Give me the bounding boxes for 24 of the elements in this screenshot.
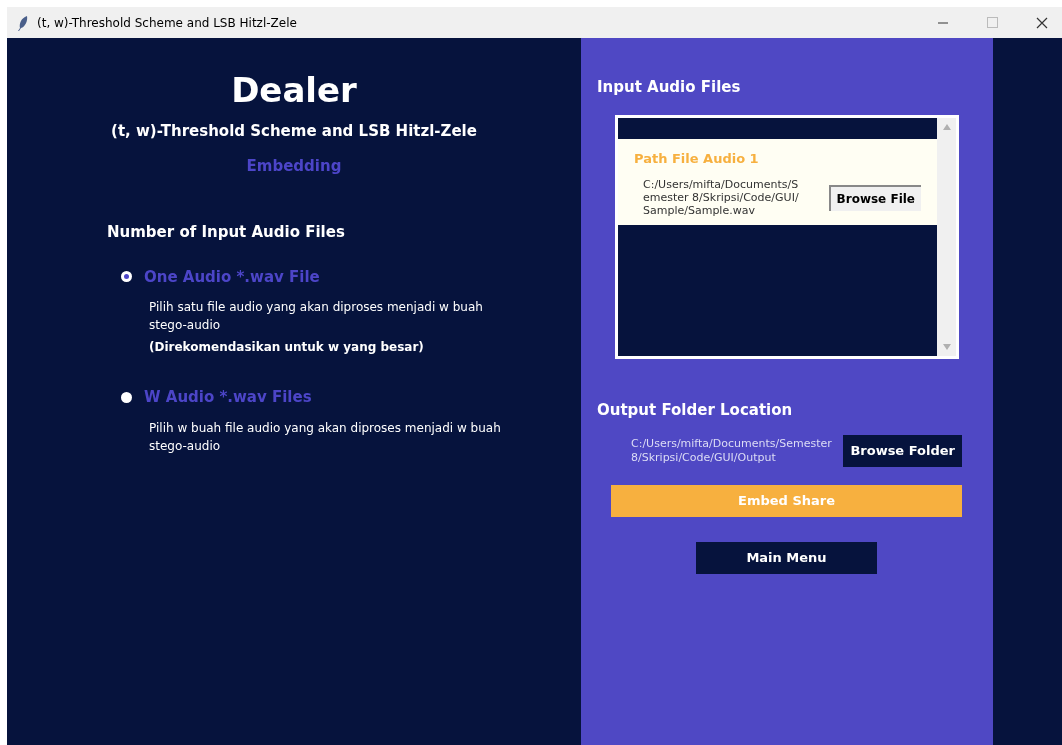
file-label: Path File Audio 1 bbox=[634, 149, 760, 168]
section-title: Number of Input Audio Files bbox=[107, 222, 346, 243]
mode-label: Embedding bbox=[245, 155, 343, 177]
section-title: Input Audio Files bbox=[597, 77, 742, 98]
option-note: (Direkomendasikan untuk w yang besar) bbox=[149, 339, 425, 356]
browse-file-button[interactable]: Browse File bbox=[828, 184, 921, 211]
folder-path: C:/Users/mifta/Documents/Semester 8/Skripsi/Code/GUI/Output bbox=[631, 437, 833, 465]
page-heading: Dealer bbox=[230, 69, 358, 112]
subtitle: (t, w)-Threshold Scheme and LSB Hitzl-Zele bbox=[110, 121, 478, 142]
scrollbar[interactable] bbox=[937, 117, 956, 356]
main-menu-button[interactable]: Main Menu bbox=[696, 542, 877, 574]
close-icon[interactable] bbox=[1036, 16, 1048, 29]
browse-folder-button[interactable]: Browse Folder bbox=[843, 435, 962, 467]
section-title: Output Folder Location bbox=[597, 399, 794, 421]
radio-button[interactable] bbox=[121, 391, 132, 403]
feather-icon bbox=[17, 14, 29, 31]
window-title: (t, w)-Threshold Scheme and LSB Hitzl-Zele bbox=[37, 14, 297, 32]
scroll-down-icon[interactable] bbox=[942, 343, 951, 350]
scroll-up-icon[interactable] bbox=[942, 123, 951, 130]
radio-button[interactable] bbox=[121, 271, 132, 283]
option-description: Pilih w buah file audio yang akan diproses menjadi w buah stego-audio bbox=[149, 419, 502, 455]
maximize-icon[interactable] bbox=[987, 17, 998, 28]
option-description: Pilih satu file audio yang akan diproses menjadi w buah stego-audio bbox=[149, 299, 484, 334]
file-path: C:/Users/mifta/Documents/Semester 8/Skripsi/Code/GUI/Sample/Sample.wav bbox=[643, 178, 800, 217]
